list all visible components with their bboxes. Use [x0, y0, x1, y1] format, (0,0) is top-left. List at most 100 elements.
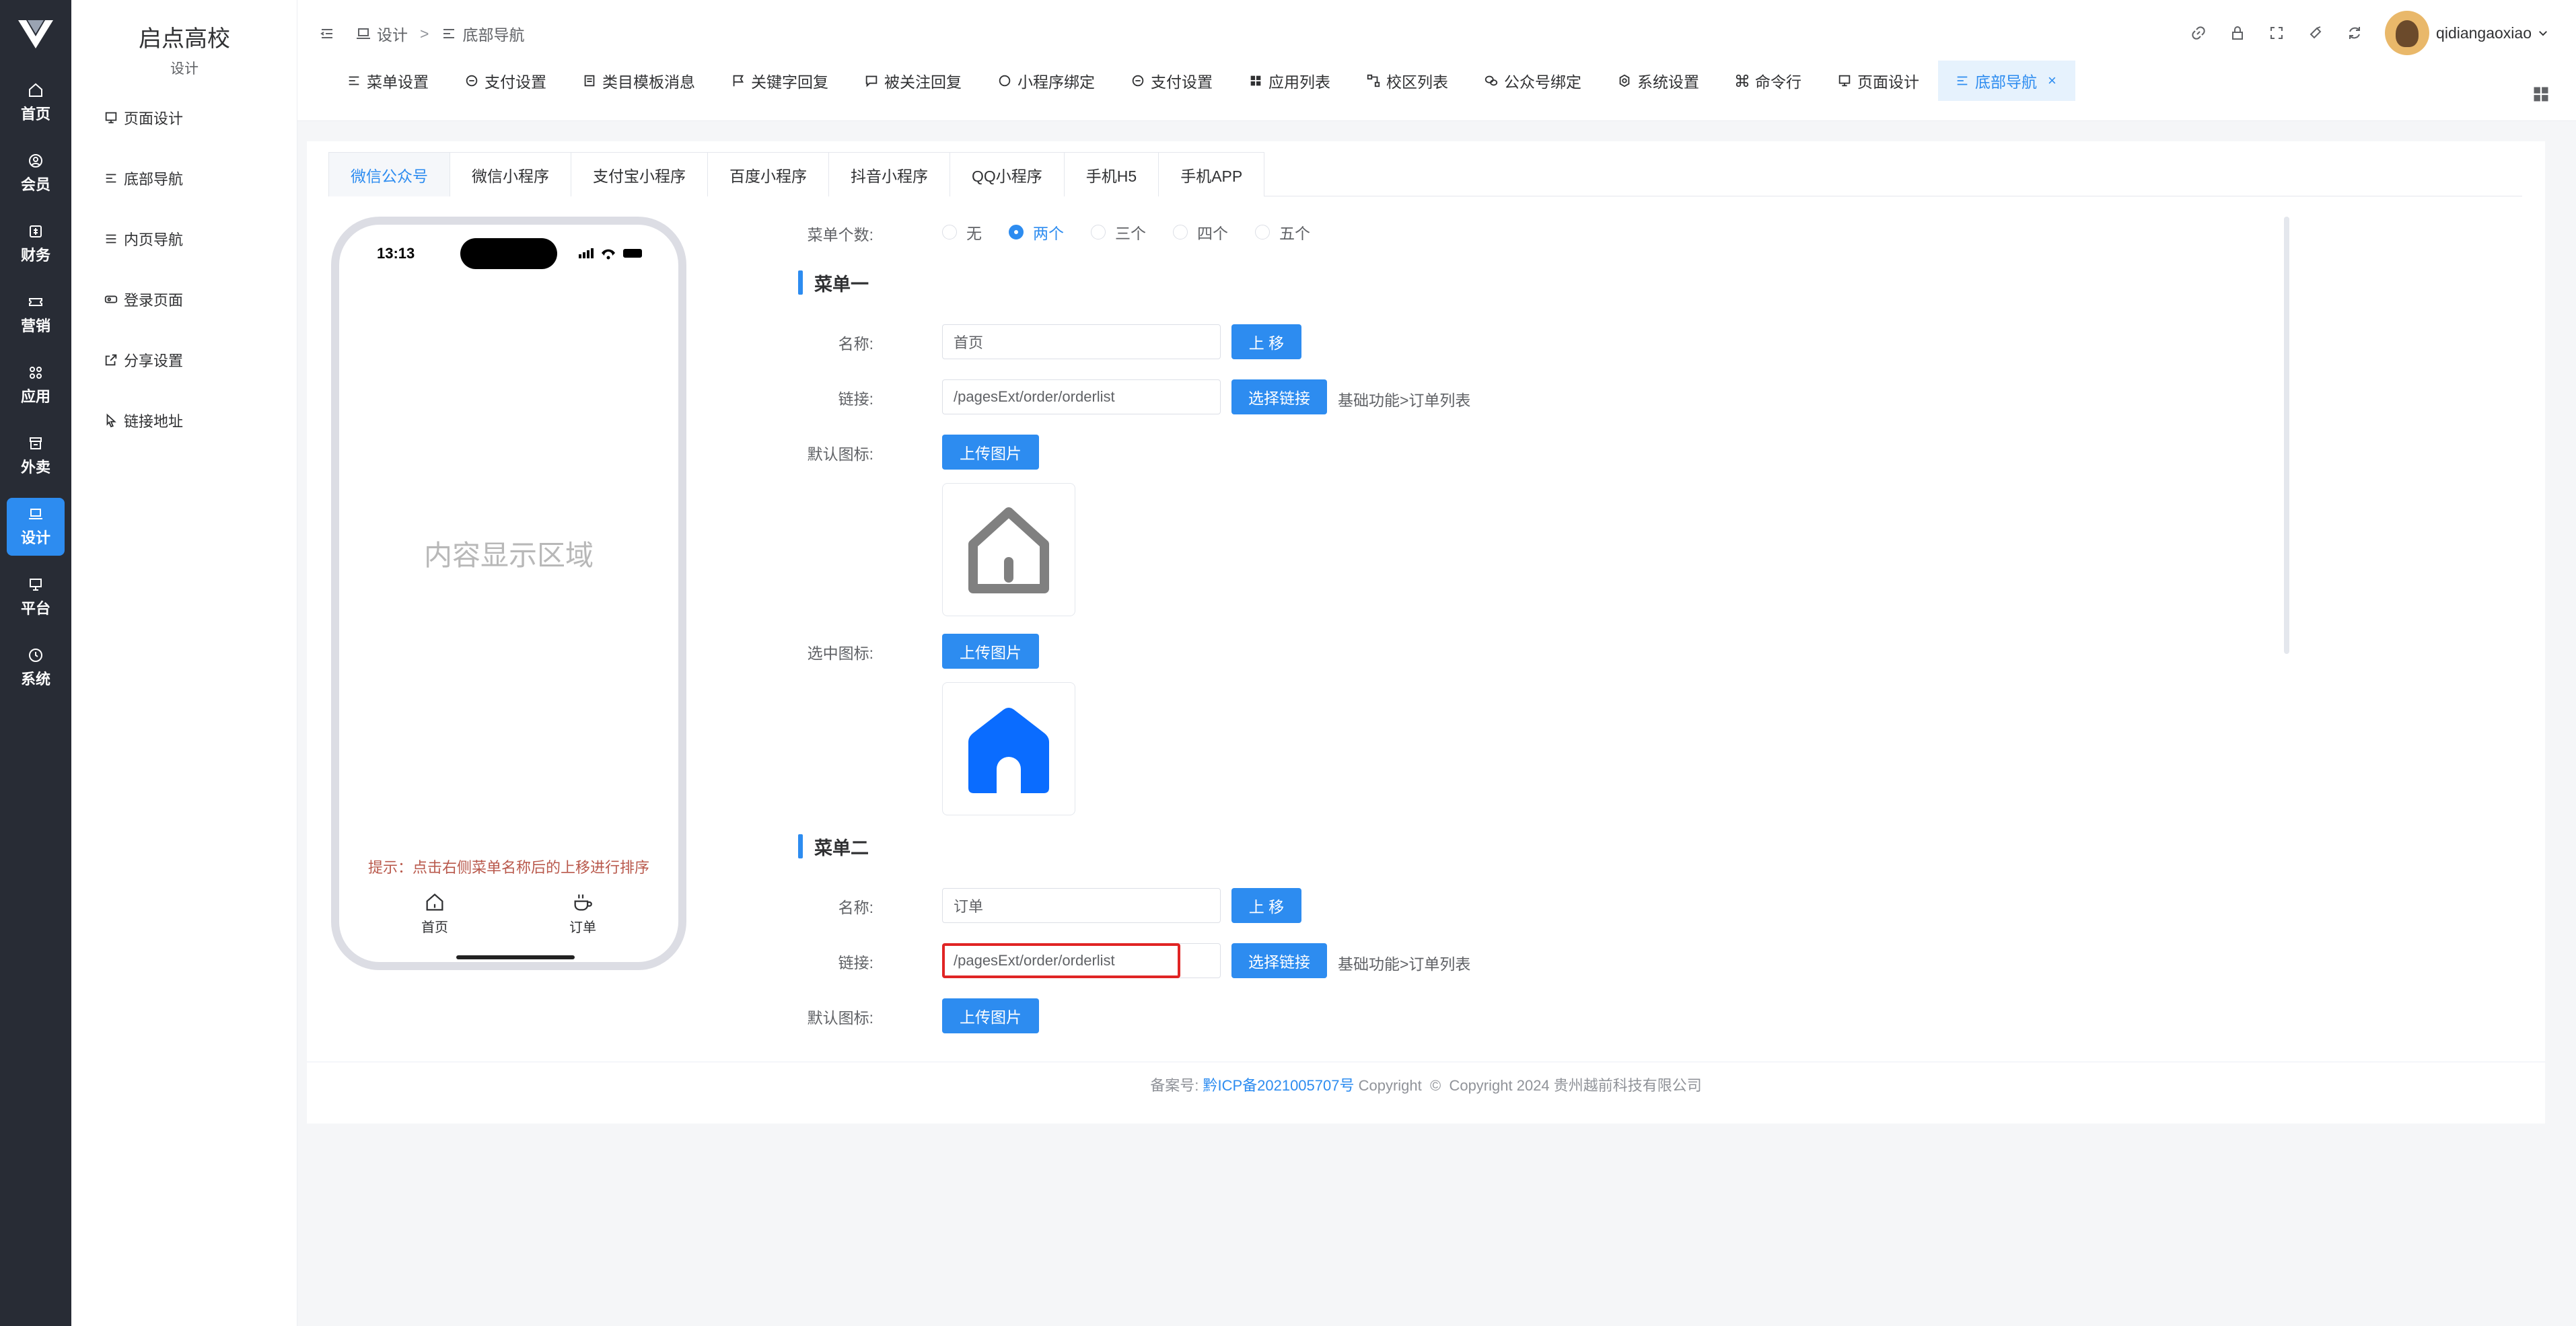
menu-one-selected-icon-label: 选中图标:: [807, 644, 873, 662]
breadcrumb-item-design[interactable]: 设计: [355, 22, 408, 45]
tab-close-button[interactable]: ×: [2048, 72, 2056, 89]
grid-toggle-icon[interactable]: [2532, 85, 2550, 104]
sidebar-item-inner-nav[interactable]: 内页导航: [104, 222, 279, 256]
link-tool[interactable]: [2179, 13, 2218, 52]
username[interactable]: qidiangaoxiao: [2436, 24, 2532, 42]
radio-dot: [1009, 225, 1024, 240]
sidebar-item-bottom-nav[interactable]: 底部导航: [104, 161, 279, 195]
sidebar-item-page-design[interactable]: 页面设计: [104, 101, 279, 135]
rail-item-design[interactable]: 设计: [7, 498, 65, 556]
tab-bottom-nav[interactable]: 底部导航 ×: [1938, 61, 2075, 101]
radio-two[interactable]: 两个: [1009, 221, 1064, 244]
menu-two-default-icon-label: 默认图标:: [807, 1009, 873, 1027]
breadcrumb-label: 设计: [377, 26, 408, 44]
radio-four[interactable]: 四个: [1173, 221, 1228, 244]
refresh-icon: [2349, 27, 2361, 39]
menu-one-link-input[interactable]: /pagesExt/order/orderlist: [942, 379, 1221, 414]
form-scrollbar[interactable]: [2284, 217, 2289, 654]
menu-two-select-link-button[interactable]: 选择链接: [1231, 943, 1327, 978]
menu-two-link-input[interactable]: /pagesExt/order/orderlist: [942, 943, 1221, 978]
refresh-tool[interactable]: [2335, 13, 2374, 52]
phone-nav-item-home[interactable]: 首页: [394, 891, 475, 936]
copyright-word: Copyright: [1358, 1077, 1422, 1094]
tab-campus-list[interactable]: 校区列表: [1349, 61, 1467, 101]
radio-dot: [942, 225, 957, 240]
avatar[interactable]: [2385, 11, 2430, 55]
tab-follow-reply[interactable]: 被关注回复: [847, 61, 980, 101]
icp-link[interactable]: 黔ICP备2021005707号: [1203, 1077, 1354, 1094]
rail-item-marketing[interactable]: 营销: [7, 286, 65, 344]
highlight-box: [942, 943, 1180, 978]
platform-tab-h5[interactable]: 手机H5: [1063, 152, 1159, 196]
phone-bottom-nav: 首页 订单: [339, 891, 678, 938]
lock-tool[interactable]: [2218, 13, 2257, 52]
breadcrumb-item-bottom-nav[interactable]: 底部导航: [441, 22, 524, 45]
rail-item-apps[interactable]: 应用: [7, 357, 65, 414]
rail-label: 设计: [20, 529, 50, 546]
radio-three[interactable]: 三个: [1091, 221, 1146, 244]
user-icon: [29, 154, 42, 168]
platform-tab-alipay-mini[interactable]: 支付宝小程序: [571, 152, 708, 196]
brand-logo-icon[interactable]: [17, 17, 55, 51]
platform-tab-wechat-mini[interactable]: 微信小程序: [450, 152, 571, 196]
sidebar-item-share-settings[interactable]: 分享设置: [104, 343, 279, 377]
rail-item-finance[interactable]: 财务: [7, 215, 65, 273]
platform-tab-app[interactable]: 手机APP: [1158, 152, 1265, 196]
tab-miniprogram-bind[interactable]: 小程序绑定: [980, 61, 1114, 101]
menu-one-name-input[interactable]: 首页: [942, 324, 1221, 359]
menu-two-name-input[interactable]: 订单: [942, 888, 1221, 923]
tab-official-account-bind[interactable]: 公众号绑定: [1467, 61, 1600, 101]
platform-tab-wechat-official[interactable]: 微信公众号: [328, 152, 450, 196]
grid-icon: [1250, 75, 1261, 86]
radio-five[interactable]: 五个: [1255, 221, 1310, 244]
menu-two-move-up-button[interactable]: 上 移: [1231, 888, 1301, 923]
tab-label: 校区列表: [1386, 73, 1448, 91]
menu-one-move-up-button[interactable]: 上 移: [1231, 324, 1301, 359]
menu-two-default-upload-button[interactable]: 上传图片: [942, 998, 1039, 1033]
rail-item-member[interactable]: 会员: [7, 145, 65, 202]
menu-one-selected-upload-button[interactable]: 上传图片: [942, 634, 1039, 669]
tab-payment-settings-2[interactable]: 支付设置: [1114, 61, 1231, 101]
tab-app-list[interactable]: 应用列表: [1231, 61, 1349, 101]
menu-one-default-icon-preview[interactable]: [942, 483, 1075, 616]
tab-keyword-reply[interactable]: 关键字回复: [714, 61, 847, 101]
tab-system-settings[interactable]: 系统设置: [1600, 61, 1718, 101]
menu-one-default-icon-label: 默认图标:: [807, 445, 873, 463]
phone-nav-item-order[interactable]: 订单: [542, 891, 623, 936]
breadcrumb-label: 底部导航: [462, 26, 525, 44]
radio-none[interactable]: 无: [942, 221, 982, 244]
phone-dynamic-island: [460, 238, 557, 269]
rail-item-home[interactable]: 首页: [7, 74, 65, 132]
phone-nav-label: 订单: [569, 920, 596, 935]
command-icon: [1736, 74, 1749, 87]
tab-page-design[interactable]: 页面设计: [1820, 61, 1938, 101]
money-icon: [30, 225, 42, 237]
menu-one-selected-icon-preview[interactable]: [942, 682, 1075, 815]
tab-menu-settings[interactable]: 菜单设置: [330, 61, 448, 101]
platform-tab-qq-mini[interactable]: QQ小程序: [950, 152, 1065, 196]
phone-content-area: 内容显示区域: [423, 540, 594, 571]
sidebar-item-label: 底部导航: [124, 171, 184, 188]
platform-tab-baidu-mini[interactable]: 百度小程序: [707, 152, 829, 196]
menu-one-link-path: 基础功能>订单列表: [1338, 392, 1471, 409]
platform-tab-douyin-mini[interactable]: 抖音小程序: [828, 152, 950, 196]
menu-one-default-upload-button[interactable]: 上传图片: [942, 435, 1039, 470]
radio-label: 四个: [1197, 225, 1228, 242]
theme-tool[interactable]: [2296, 13, 2335, 52]
menu-one-select-link-button[interactable]: 选择链接: [1231, 379, 1327, 414]
chat-icon: [999, 75, 1011, 87]
tab-template-message[interactable]: 类目模板消息: [565, 61, 714, 101]
rail-item-system[interactable]: 系统: [7, 639, 65, 697]
collapse-menu-icon[interactable]: [319, 26, 335, 42]
footer-prefix: 备案号:: [1150, 1077, 1199, 1094]
chevron-down-icon[interactable]: [2537, 27, 2549, 39]
sidebar-item-login-page[interactable]: 登录页面: [104, 283, 279, 316]
menu-count-radio-group: 无 两个 三个 四个 五个: [942, 221, 1337, 244]
rail-item-platform[interactable]: 平台: [7, 568, 65, 626]
rail-item-takeout[interactable]: 外卖: [7, 427, 65, 485]
sidebar-item-link-address[interactable]: 链接地址: [104, 404, 279, 437]
fullscreen-tool[interactable]: [2257, 13, 2296, 52]
tab-command-line[interactable]: 命令行: [1718, 61, 1820, 101]
tab-payment-settings[interactable]: 支付设置: [448, 61, 565, 101]
share-icon: [105, 354, 117, 366]
